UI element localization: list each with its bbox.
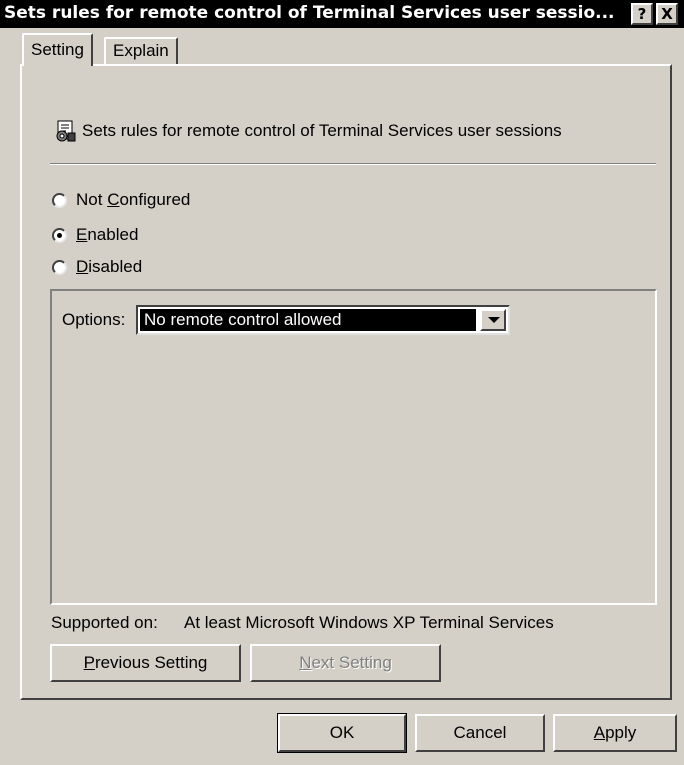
apply-button[interactable]: Apply bbox=[553, 714, 677, 752]
close-button[interactable]: X bbox=[656, 3, 678, 25]
title-bar[interactable]: Sets rules for remote control of Termina… bbox=[0, 0, 684, 28]
setting-panel bbox=[20, 64, 672, 700]
policy-dialog: Sets rules for remote control of Termina… bbox=[0, 0, 684, 765]
help-button[interactable]: ? bbox=[631, 3, 653, 25]
window-title: Sets rules for remote control of Termina… bbox=[4, 3, 615, 23]
tab-explain-label: Explain bbox=[113, 41, 169, 60]
tab-setting-label: Setting bbox=[31, 40, 84, 59]
ok-button[interactable]: OK bbox=[277, 713, 407, 753]
tab-explain[interactable]: Explain bbox=[104, 37, 178, 66]
cancel-button[interactable]: Cancel bbox=[415, 714, 545, 752]
tab-setting[interactable]: Setting bbox=[22, 33, 93, 66]
